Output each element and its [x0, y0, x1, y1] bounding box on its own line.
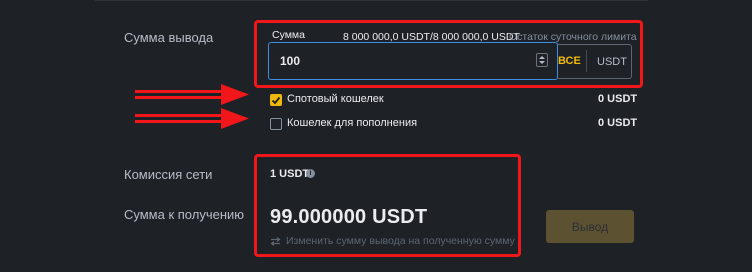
annotation-arrows: [135, 84, 249, 129]
funding-wallet-balance: 0 USDT: [598, 117, 638, 129]
withdraw-button[interactable]: Вывод: [546, 210, 634, 243]
arrow-right-icon: [135, 84, 249, 105]
annotation-box-fee: [254, 154, 521, 257]
funding-wallet-label: Кошелек для пополнения: [287, 117, 418, 129]
section-divider: [95, 0, 648, 1]
spot-wallet-checkbox[interactable]: [270, 94, 282, 106]
withdraw-amount-label: Сумма вывода: [124, 30, 214, 45]
receive-amount-label: Сумма к получению: [124, 207, 245, 222]
spot-wallet-balance: 0 USDT: [598, 93, 638, 105]
arrow-right-icon: [135, 108, 249, 129]
checkmark-icon: [271, 96, 281, 105]
network-fee-label: Комиссия сети: [124, 167, 213, 182]
spot-wallet-label: Спотовый кошелек: [287, 93, 384, 105]
annotation-box-amount: [254, 20, 643, 88]
funding-wallet-checkbox[interactable]: [270, 118, 282, 130]
